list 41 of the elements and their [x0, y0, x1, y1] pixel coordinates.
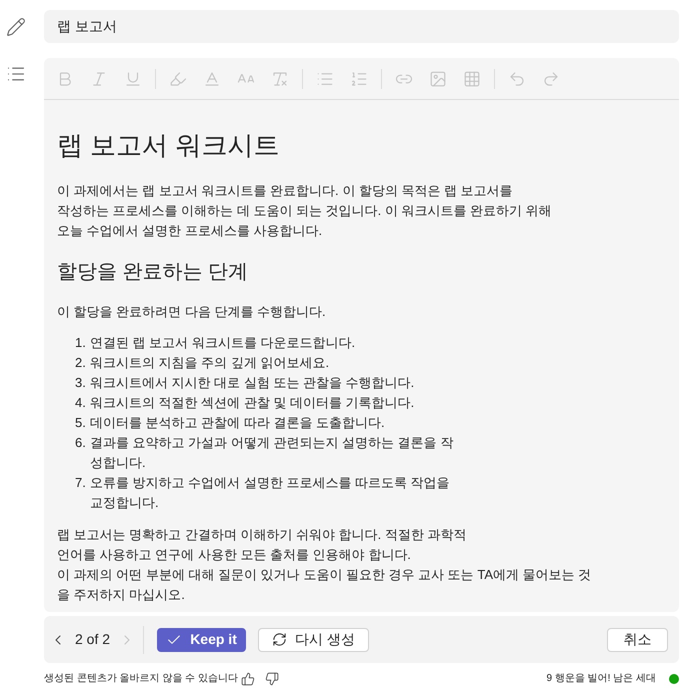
list-number: 7.	[75, 474, 87, 492]
list-number: 3.	[75, 374, 87, 392]
disclaimer-text: 생성된 콘텐츠가 올바르지 않을 수 있습니다	[44, 672, 238, 686]
refresh-icon	[272, 632, 288, 647]
thumbs-up-button[interactable]	[240, 671, 256, 687]
numbered-list-icon	[350, 70, 368, 88]
pencil-icon	[6, 16, 26, 36]
font-color-icon	[203, 70, 221, 88]
image-icon	[429, 70, 447, 88]
keep-it-button[interactable]: Keep it	[157, 628, 246, 652]
paragraph: 이 할당을 완료하려면 다음 단계를 수행합니다.	[57, 303, 326, 321]
list-item-text: 데이터를 분석하고 관찰에 따라 결론을 도출합니다.	[90, 414, 386, 432]
table-icon	[463, 70, 481, 88]
list-item-text: 워크시트의 지침을 주의 깊게 읽어보세요.	[90, 354, 330, 372]
list-item-text: 워크시트에서 지시한 대로 실험 또는 관찰을 수행합니다.	[90, 374, 416, 392]
clear-formatting-icon	[271, 70, 289, 88]
list-number: 2.	[75, 354, 87, 372]
paragraph: 이 과제에서는 랩 보고서 워크시트를 완료합니다. 이 할당의 목적은 랩 보고서를 작성하는 프로세스를 이해하는 데 도움이 되는 것입니다. 이 워크시트를 완료하기 위해 오늘 수업에서 설명한 프로세스를 사용합니다.	[57, 182, 552, 240]
thumbs-up-icon	[240, 672, 255, 686]
undo-icon	[508, 70, 526, 88]
section-heading: 할당을 완료하는 단계	[57, 260, 250, 285]
highlighter-icon	[169, 70, 187, 88]
list-number: 4.	[75, 394, 87, 412]
list-item-text: 오류를 방지하고 수업에서 설명한 프로세스를 따르도록 작업을 교정합니다.	[90, 474, 451, 512]
regenerate-button[interactable]: 다시 생성	[258, 628, 370, 652]
document-heading: 랩 보고서 워크시트	[57, 129, 280, 162]
cancel-button[interactable]: 취소	[607, 628, 668, 652]
list-number: 6.	[75, 434, 87, 452]
list-item-text: 연결된 랩 보고서 워크시트를 다운로드합니다.	[90, 334, 356, 352]
redo-icon	[542, 70, 560, 88]
paragraph: 랩 보고서는 명확하고 간결하며 이해하기 쉬워야 합니다. 적절한 과학적 언어를 사용하고 연구에 사용한 모든 출처를 인용해야 합니다. 이 과제의 어떤 부분에 대해 질문이 있거나 도움이 필요한 경우 교사 또는 TA에게 물어보는 것 을 주저하지 마십시오.	[57, 526, 592, 604]
underline-icon	[124, 70, 142, 88]
list-number: 5.	[75, 414, 87, 432]
thumbs-down-icon	[264, 672, 279, 686]
list-item-text: 워크시트의 적절한 섹션에 관찰 및 데이터를 기록합니다.	[90, 394, 416, 412]
remaining-generations-text: 9 행운을 빌어! 남은 세대	[546, 672, 656, 686]
title-field[interactable]: 랩 보고서	[44, 10, 679, 43]
page-counter: 2 of 2	[75, 630, 110, 649]
list-item-text: 결과를 요약하고 가설과 어떻게 관련되는지 설명하는 결론을 작성합니다.	[90, 434, 454, 472]
list-number: 1.	[75, 334, 87, 352]
thumbs-down-button[interactable]	[264, 671, 280, 687]
